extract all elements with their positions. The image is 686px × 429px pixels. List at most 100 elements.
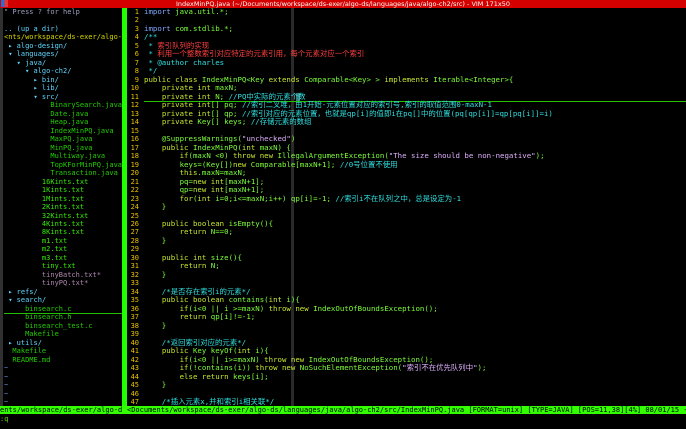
tree-item[interactable]: tiny.txt [4, 262, 122, 270]
line-number: 30 [130, 253, 139, 262]
line-number: 6 [134, 50, 139, 59]
tree-item[interactable]: TopKForMinPQ.java [4, 161, 122, 169]
tree-item [4, 16, 122, 24]
code-line[interactable]: 1 import java.util.*; [127, 8, 686, 16]
tree-item[interactable]: README.md [4, 356, 122, 364]
tree-item[interactable]: BinarySearch.java [4, 101, 122, 109]
line-number: 32 [130, 270, 139, 279]
line-number: 47 [130, 398, 139, 406]
line-number: 8 [134, 67, 139, 76]
line-number: 5 [134, 41, 139, 50]
tree-item[interactable]: Transaction.java [4, 169, 122, 177]
code-line[interactable]: 45 } [127, 380, 686, 389]
empty-line-marker: ~ [4, 398, 9, 406]
code-line[interactable]: 28 } [127, 236, 686, 245]
nerdtree-file-explorer[interactable]: " Press ? for help .. (up a dir) <nts/work… [0, 8, 122, 406]
tree-item[interactable]: 2Kints.txt [4, 203, 122, 211]
tree-directory[interactable]: ▾ search/ [4, 296, 122, 304]
code-text[interactable]: /*插入元素x,并和索引i相关联*/ [144, 397, 274, 406]
line-number: 36 [130, 304, 139, 313]
tree-directory[interactable]: ▾ src/ [4, 93, 122, 101]
code-line[interactable]: 4/** [127, 33, 686, 42]
code-text[interactable]: } [144, 236, 166, 245]
code-line[interactable]: 7 * @author charles [127, 58, 686, 67]
code-text[interactable]: for(int i=0;i<=maxN;i++) qp[i]=-1; //索引i… [144, 194, 461, 203]
line-number: 20 [130, 169, 139, 178]
line-number: 33 [130, 279, 139, 288]
line-number: 23 [130, 194, 139, 203]
tree-item[interactable]: IndexMinPQ.java [4, 127, 122, 135]
tree-item[interactable]: .. (up a dir) [4, 25, 122, 33]
tree-item[interactable]: binsearch_test.c [4, 322, 122, 330]
tree-item[interactable]: Multiway.java [4, 152, 122, 160]
text-cursor [296, 92, 300, 101]
line-number: 24 [130, 203, 139, 212]
code-text[interactable]: } [144, 321, 166, 330]
status-line: ents/workspace/ds-exer/algo-ds\ <Documen… [0, 406, 686, 414]
tree-item[interactable]: 4Kints.txt [4, 220, 122, 228]
code-text[interactable]: import java.util.*; [144, 8, 229, 16]
tree-item[interactable]: Heap.java [4, 118, 122, 126]
line-number: 43 [130, 364, 139, 373]
line-number: 21 [130, 177, 139, 186]
line-number: 13 [130, 109, 139, 118]
code-line[interactable]: 32 } [127, 270, 686, 279]
code-text[interactable]: } [144, 380, 166, 389]
tree-item[interactable]: m1.txt [4, 237, 122, 245]
tree-directory[interactable]: ▸ utils/ [4, 339, 122, 347]
code-line[interactable]: 14 private Key[] keys; //存储元素的数组 [127, 117, 686, 126]
code-text[interactable]: } [144, 270, 166, 279]
tree-directory[interactable]: ▸ lib/ [4, 84, 122, 92]
code-line[interactable]: 31 return N; [127, 261, 686, 271]
command-line[interactable]: :q [0, 415, 8, 423]
tree-directory[interactable]: ▸ refs/ [4, 288, 122, 296]
code-text[interactable]: private Key[] keys; //存储元素的数组 [144, 117, 312, 126]
tree-item[interactable]: 1Mints.txt [4, 195, 122, 203]
tree-item[interactable]: tinyBatch.txt* [4, 271, 122, 279]
line-number: 3 [134, 24, 139, 33]
vim-app-icon [1, 0, 8, 7]
tree-item[interactable]: m3.txt [4, 254, 122, 262]
line-number: 12 [130, 101, 139, 110]
code-line[interactable]: 27 return N==0; [127, 227, 686, 237]
code-line[interactable]: 24 } [127, 202, 686, 212]
tree-item[interactable]: <nts/workspace/ds-exer/algo-ds/ [4, 33, 122, 41]
tree-directory[interactable]: ▾ languages/ [4, 50, 122, 58]
line-number: 26 [130, 220, 139, 228]
tree-item[interactable]: m2.txt [4, 245, 122, 253]
tree-item[interactable]: 8Kints.txt [4, 228, 122, 236]
tree-item[interactable]: tinyPQ.txt* [4, 279, 122, 287]
empty-line-marker: ~ [4, 389, 9, 398]
empty-line-marker: ~ [4, 372, 9, 381]
line-number: 11 [130, 92, 139, 101]
line-number: 27 [130, 228, 139, 237]
tree-item[interactable]: 16Kints.txt [4, 178, 122, 186]
tree-item[interactable]: Makefile [4, 330, 122, 338]
code-line[interactable]: 44 else return keys[i]; [127, 372, 686, 381]
tree-item[interactable]: binsearch.h [4, 313, 122, 321]
window-title: IndexMinPQ.java (~/Documents/workspace/d… [175, 0, 511, 8]
tree-item[interactable]: 32Kints.txt [4, 212, 122, 220]
tree-directory[interactable]: ▸ algo-design/ [4, 42, 122, 50]
tree-directory[interactable]: ▾ java/ [4, 59, 122, 67]
code-line[interactable]: 3 import com.stdlib.*; [127, 24, 686, 33]
code-editor[interactable]: 1 import java.util.*; 2 3 import com.stdlib.… [127, 8, 686, 406]
code-line[interactable]: 37 return qp[i]!=-1; [127, 312, 686, 321]
code-line[interactable]: 38 } [127, 321, 686, 330]
tree-item[interactable]: Makefile [4, 347, 122, 355]
line-number: 41 [130, 347, 139, 356]
tree-item[interactable]: 1Kints.txt [4, 186, 122, 194]
tree-directory[interactable]: ▾ algo-ch2/ [4, 67, 122, 75]
window-titlebar: IndexMinPQ.java (~/Documents/workspace/d… [0, 0, 686, 8]
tree-item[interactable]: MaxPQ.java [4, 135, 122, 143]
tree-item[interactable]: MinPQ.java [4, 144, 122, 152]
line-number: 19 [130, 160, 139, 169]
code-line[interactable]: 23 for(int i=0;i<=maxN;i++) qp[i]=-1; //… [127, 194, 686, 203]
line-number: 7 [134, 58, 139, 67]
code-text[interactable]: } [144, 202, 166, 211]
code-line[interactable]: 47 /*插入元素x,并和索引i相关联*/ [127, 397, 686, 406]
sign-column [0, 8, 3, 406]
tree-directory[interactable]: ▸ bin/ [4, 76, 122, 84]
line-number: 31 [130, 262, 139, 271]
tree-item[interactable]: Date.java [4, 110, 122, 118]
